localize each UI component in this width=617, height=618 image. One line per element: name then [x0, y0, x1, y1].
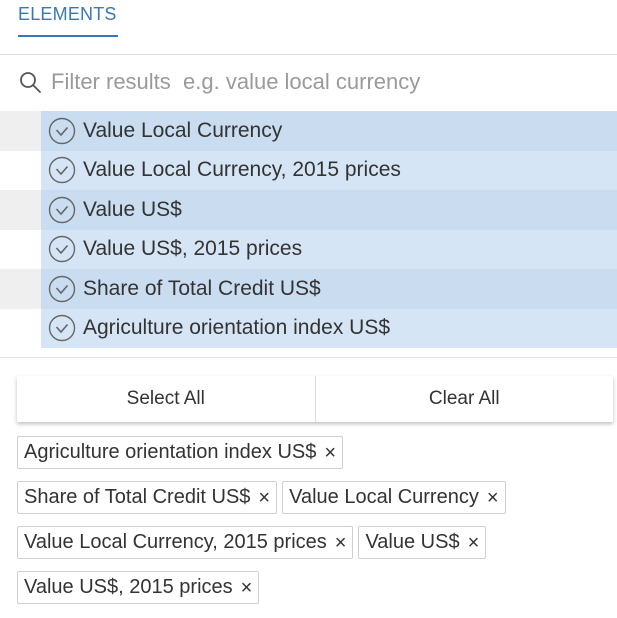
- list-item-label: Value US$: [83, 197, 182, 221]
- list-item-label: Agriculture orientation index US$: [83, 316, 391, 340]
- divider: [0, 357, 617, 358]
- check-circle-icon: [48, 196, 76, 223]
- filter-input[interactable]: [51, 67, 611, 97]
- selected-chip: Value Local Currency, 2015 prices ×: [17, 526, 354, 559]
- selection-actions: Select All Clear All: [17, 376, 613, 422]
- chip-label: Value US$, 2015 prices: [24, 576, 233, 598]
- filter-bar: [0, 56, 617, 109]
- close-icon[interactable]: ×: [487, 488, 499, 508]
- list-item[interactable]: Value US$: [0, 190, 617, 230]
- list-item[interactable]: Value US$, 2015 prices: [0, 229, 617, 269]
- chip-label: Agriculture orientation index US$: [24, 441, 317, 463]
- check-circle-icon: [48, 315, 76, 342]
- selected-chip: Agriculture orientation index US$ ×: [17, 436, 344, 469]
- selected-chip: Value US$ ×: [358, 526, 487, 559]
- elements-list: Value Local Currency Value Local Currenc…: [0, 111, 617, 348]
- chip-label: Value Local Currency: [289, 486, 479, 508]
- chip-label: Share of Total Credit US$: [24, 486, 251, 508]
- tab-elements[interactable]: ELEMENTS: [18, 3, 118, 37]
- close-icon[interactable]: ×: [324, 443, 336, 463]
- list-item-label: Value Local Currency, 2015 prices: [83, 158, 401, 182]
- chip-label: Value Local Currency, 2015 prices: [24, 531, 327, 553]
- clear-all-button[interactable]: Clear All: [314, 376, 613, 422]
- close-icon[interactable]: ×: [258, 488, 270, 508]
- selected-chip: Value US$, 2015 prices ×: [17, 571, 260, 604]
- list-item[interactable]: Value Local Currency, 2015 prices: [0, 150, 617, 190]
- check-circle-icon: [48, 236, 76, 263]
- list-item[interactable]: Share of Total Credit US$: [0, 269, 617, 309]
- list-item-label: Share of Total Credit US$: [83, 276, 321, 300]
- select-all-button[interactable]: Select All: [17, 376, 315, 422]
- selected-chip: Value Local Currency ×: [282, 481, 506, 514]
- chip-label: Value US$: [365, 531, 460, 553]
- search-icon: [20, 72, 41, 93]
- list-item[interactable]: Value Local Currency: [0, 111, 617, 151]
- check-circle-icon: [48, 157, 76, 184]
- list-item-label: Value Local Currency: [83, 118, 283, 142]
- check-circle-icon: [48, 275, 76, 302]
- tab-bar: ELEMENTS: [0, 0, 617, 55]
- selected-chip: Share of Total Credit US$ ×: [17, 481, 278, 514]
- list-item[interactable]: Agriculture orientation index US$: [0, 308, 617, 348]
- close-icon[interactable]: ×: [335, 533, 347, 553]
- check-circle-icon: [48, 117, 76, 144]
- close-icon[interactable]: ×: [468, 533, 480, 553]
- selected-chips: Agriculture orientation index US$ × Shar…: [17, 436, 613, 616]
- list-item-label: Value US$, 2015 prices: [83, 237, 303, 261]
- close-icon[interactable]: ×: [241, 578, 253, 598]
